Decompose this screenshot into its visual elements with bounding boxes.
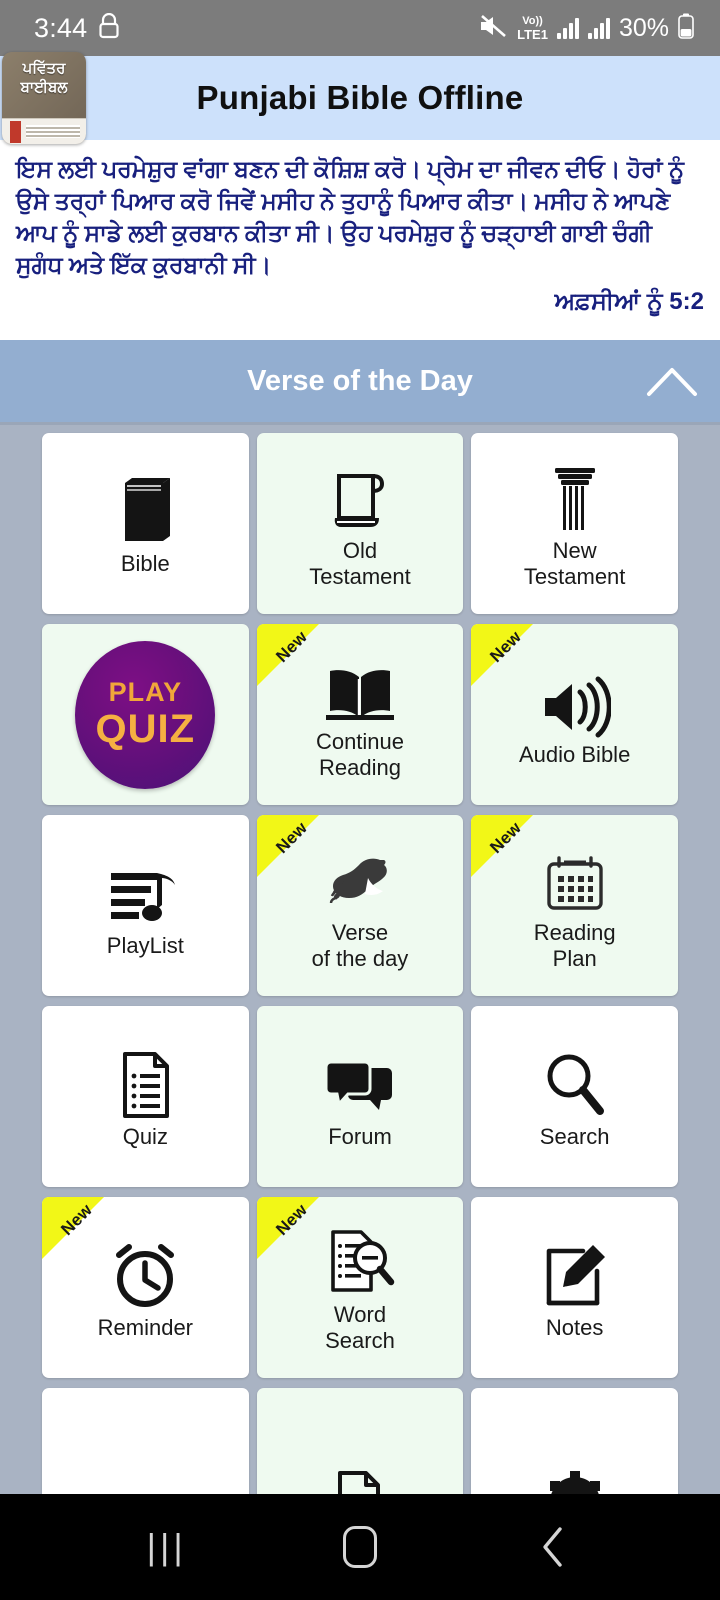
gear-icon	[544, 1439, 606, 1494]
page-icon	[330, 1439, 390, 1494]
dove-icon	[322, 840, 398, 916]
feature-grid: Bible Old Testament New Testament PLAY QUIZ N…	[42, 433, 678, 1494]
verse-of-the-day-bar[interactable]: Verse of the Day	[0, 340, 720, 425]
grid-tile-label: Search	[539, 1123, 610, 1149]
grid-tile-notes[interactable]: Notes	[471, 1197, 678, 1378]
word-search-icon	[325, 1222, 395, 1298]
chevron-up-icon[interactable]	[646, 364, 698, 398]
app-icon-line-2: ਬਾਈਬਲ	[20, 78, 68, 96]
battery-percent: 30%	[618, 13, 669, 42]
grid-tile-label: Reading Plan	[533, 919, 616, 971]
grid-tile-word-search[interactable]: New Word Search	[256, 1197, 464, 1378]
grid-tile-verse-of-the-day[interactable]: New Verse of the day	[256, 815, 464, 996]
verse-reference: ਅਫ਼ਸੀਆਂ ਨੂੰ 5:2	[554, 287, 704, 315]
grid-tile-old-testament[interactable]: Old Testament	[256, 433, 464, 614]
feature-grid-container: Bible Old Testament New Testament PLAY QUIZ N…	[0, 425, 720, 1494]
book-pages-decoration	[2, 118, 86, 144]
play-quiz-line-2: QUIZ	[95, 707, 196, 751]
status-clock: 3:44	[34, 12, 88, 43]
android-nav-bar: |||	[0, 1494, 720, 1600]
grid-tile-bible[interactable]: Bible	[42, 433, 249, 614]
grid-tile-label: Quiz	[122, 1123, 168, 1149]
grid-tile-reminder[interactable]: New Reminder	[42, 1197, 249, 1378]
verse-of-the-day-title: Verse of the Day	[247, 364, 473, 397]
recents-icon[interactable]: |||	[132, 1512, 202, 1582]
alarm-clock-icon	[109, 1235, 181, 1311]
battery-icon	[678, 13, 694, 44]
grid-tile-search[interactable]: Search	[471, 1006, 678, 1187]
magnifier-icon	[542, 1044, 608, 1120]
grid-tile-label: New Testament	[523, 537, 626, 589]
status-bar-left: 3:44	[34, 12, 120, 44]
punjabi-bible-app-icon[interactable]: ਪਵਿੱਤਰ ਬਾਈਬਲ	[2, 52, 86, 144]
scroll-icon	[327, 458, 393, 534]
speaker-icon	[539, 662, 611, 738]
grid-tile-play-quiz-badge[interactable]: PLAY QUIZ	[42, 624, 249, 805]
playlist-music-icon	[107, 853, 183, 929]
status-bar-right: Vo)) LTE1 30%	[478, 13, 694, 44]
closed-book-icon	[115, 471, 175, 547]
calendar-icon	[542, 840, 608, 916]
chat-bubbles-icon	[323, 1044, 397, 1120]
status-bar: 3:44 Vo)) LTE1 30%	[0, 0, 720, 56]
grid-tile-page-icon[interactable]	[256, 1388, 464, 1494]
grid-tile-continue-reading[interactable]: New Continue Reading	[256, 624, 464, 805]
play-quiz-line-1: PLAY	[108, 677, 183, 707]
document-list-icon	[117, 1044, 173, 1120]
grid-tile-label: Audio Bible	[519, 741, 631, 767]
back-icon[interactable]	[518, 1512, 588, 1582]
grid-tile-audio-bible[interactable]: New Audio Bible	[471, 624, 678, 805]
grid-tile-playlist[interactable]: PlayList	[42, 815, 249, 996]
grid-tile-label: Reminder	[97, 1314, 194, 1340]
verse-panel: ਇਸ ਲਈ ਪਰਮੇਸ਼ੁਰ ਵਾਂਗਾ ਬਣਨ ਦੀ ਕੋਸ਼ਿਸ਼ ਕਰੋ।…	[0, 140, 720, 340]
open-book-icon	[324, 649, 396, 725]
play-quiz-badge-icon[interactable]: PLAY QUIZ	[75, 640, 216, 789]
black-block-icon	[115, 1439, 175, 1495]
grid-tile-new-testament[interactable]: New Testament	[471, 433, 678, 614]
mute-icon	[478, 13, 508, 44]
grid-tile-forum[interactable]: Forum	[256, 1006, 464, 1187]
volte-icon: Vo)) LTE1	[517, 14, 548, 42]
pillar-icon	[547, 458, 603, 534]
grid-tile-label: Continue Reading	[315, 728, 405, 780]
verse-text: ਇਸ ਲਈ ਪਰਮੇਸ਼ੁਰ ਵਾਂਗਾ ਬਣਨ ਦੀ ਕੋਸ਼ਿਸ਼ ਕਰੋ।…	[16, 156, 684, 278]
grid-tile-label: Verse of the day	[311, 919, 409, 971]
signal-bars-icon-1	[556, 17, 579, 39]
phone-screen: 3:44 Vo)) LTE1 30% ਪਵਿੱਤਰ ਬਾਈਬਲ Punjabi …	[0, 0, 720, 1600]
lock-icon	[98, 12, 120, 44]
grid-tile-label: Notes	[545, 1314, 604, 1340]
grid-tile-label: Word Search	[325, 1301, 395, 1353]
grid-tile-gear-icon[interactable]	[471, 1388, 678, 1494]
grid-tile-reading-plan[interactable]: New Reading Plan	[471, 815, 678, 996]
home-icon[interactable]	[325, 1512, 395, 1582]
grid-tile-label: Old Testament	[309, 537, 411, 589]
app-icon-line-1: ਪਵਿੱਤਰ	[22, 60, 66, 77]
grid-tile-label: Forum	[328, 1123, 392, 1149]
grid-tile-quiz[interactable]: Quiz	[42, 1006, 249, 1187]
grid-tile-label: PlayList	[106, 932, 184, 958]
note-pencil-icon	[541, 1235, 609, 1311]
page-title: Punjabi Bible Offline	[196, 79, 524, 116]
app-header: ਪਵਿੱਤਰ ਬਾਈਬਲ Punjabi Bible Offline	[0, 52, 720, 144]
signal-bars-icon-2	[587, 17, 610, 39]
grid-tile-label: Bible	[120, 550, 170, 576]
grid-tile-black-block-icon[interactable]	[42, 1388, 249, 1494]
